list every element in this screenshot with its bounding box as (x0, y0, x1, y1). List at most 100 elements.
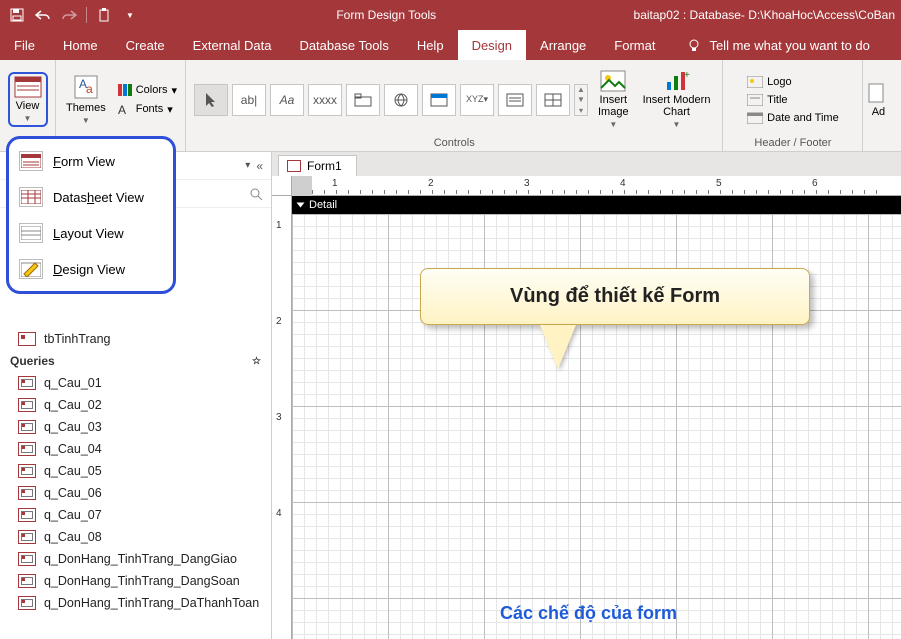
controls-gallery[interactable]: ab| Aa xxxx XYZ▾ ▲▼▾ (194, 84, 588, 116)
textbox-tool-icon[interactable]: ab| (232, 84, 266, 116)
group-collapse-icon: ☆ (252, 356, 261, 367)
layout-view-icon (19, 223, 43, 243)
colors-icon (118, 84, 132, 96)
form-design-surface[interactable]: Detail (292, 196, 901, 639)
query-icon (18, 486, 36, 500)
nav-query-item[interactable]: q_DonHang_TinhTrang_DangSoan (0, 570, 271, 592)
tab-database-tools[interactable]: Database Tools (285, 30, 402, 60)
colors-button[interactable]: Colors ▾ (116, 83, 179, 98)
tab-home[interactable]: Home (49, 30, 112, 60)
nav-group-queries[interactable]: Queries ☆ (0, 350, 271, 372)
logo-button[interactable]: Logo (745, 75, 793, 89)
nav-query-item[interactable]: q_Cau_04 (0, 438, 271, 460)
svg-text:a: a (86, 82, 93, 96)
themes-button[interactable]: Aa Themes ▼ (62, 72, 110, 127)
controls-group-label: Controls (434, 137, 475, 149)
qat-customize-icon[interactable]: ▼ (121, 6, 139, 24)
save-icon[interactable] (8, 6, 26, 24)
menu-item-label: Design View (53, 262, 125, 277)
nav-query-item[interactable]: q_Cau_07 (0, 504, 271, 526)
title-button[interactable]: Title (745, 93, 789, 107)
button-tool-icon[interactable]: xxxx (308, 84, 342, 116)
nav-filter-caret-icon[interactable]: ▾ (245, 160, 250, 171)
callout-text: Vùng để thiết kế Form (420, 268, 810, 325)
tab-help[interactable]: Help (403, 30, 458, 60)
section-expand-icon (297, 203, 305, 208)
hyperlink-tool-icon[interactable] (384, 84, 418, 116)
navigation-tool-icon[interactable] (422, 84, 456, 116)
menu-item-form-view[interactable]: Form View (9, 143, 173, 179)
fonts-button[interactable]: A Fonts ▾ (116, 102, 179, 117)
view-button-label: View (16, 100, 40, 112)
annotation-caption: Các chế độ của form (500, 603, 677, 624)
ruler-number: 2 (276, 316, 282, 327)
select-tool-icon[interactable] (194, 84, 228, 116)
query-icon (18, 442, 36, 456)
tab-format[interactable]: Format (600, 30, 669, 60)
redo-icon[interactable] (60, 6, 78, 24)
nav-query-item[interactable]: q_Cau_05 (0, 460, 271, 482)
ribbon-group-controls: ab| Aa xxxx XYZ▾ ▲▼▾ Insert Image▼ + Ins… (186, 60, 723, 151)
menu-item-design-view[interactable]: Design View (9, 251, 173, 287)
nav-query-item[interactable]: q_Cau_08 (0, 526, 271, 548)
nav-item-label: q_Cau_06 (44, 486, 102, 500)
view-button[interactable]: View ▼ (8, 72, 48, 127)
nav-query-item[interactable]: q_Cau_06 (0, 482, 271, 504)
menu-item-layout-view[interactable]: Layout View (9, 215, 173, 251)
window-title: baitap02 : Database- D:\KhoaHoc\Access\C… (634, 8, 901, 22)
form-view-icon (14, 76, 42, 98)
nav-item-label: q_Cau_05 (44, 464, 102, 478)
tab-design[interactable]: Design (458, 30, 526, 60)
ribbon-group-add-partial: Ad (863, 60, 893, 151)
nav-item-label: q_DonHang_TinhTrang_DaThanhToan (44, 596, 259, 610)
listbox-tool-icon[interactable] (498, 84, 532, 116)
tell-me-box[interactable]: Tell me what you want to do (669, 38, 869, 53)
date-icon (747, 112, 763, 124)
themes-icon: Aa (73, 74, 99, 100)
query-icon (18, 574, 36, 588)
tell-me-label: Tell me what you want to do (709, 38, 869, 53)
title-bar: ▼ Form Design Tools baitap02 : Database-… (0, 0, 901, 30)
tab-control-tool-icon[interactable] (346, 84, 380, 116)
paste-icon[interactable] (95, 6, 113, 24)
label-tool-icon[interactable]: Aa (270, 84, 304, 116)
nav-query-item[interactable]: q_Cau_02 (0, 394, 271, 416)
table-icon (18, 332, 36, 346)
logo-icon (747, 76, 763, 88)
search-icon (249, 187, 263, 201)
image-icon (600, 70, 626, 92)
document-tab-form1[interactable]: Form1 (278, 155, 357, 176)
tab-create[interactable]: Create (112, 30, 179, 60)
gallery-scroll[interactable]: ▲▼▾ (574, 84, 588, 116)
date-time-button[interactable]: Date and Time (745, 111, 841, 125)
combobox-tool-icon[interactable]: XYZ▾ (460, 84, 494, 116)
tab-arrange[interactable]: Arrange (526, 30, 600, 60)
query-icon (18, 398, 36, 412)
horizontal-ruler[interactable]: 123456 (312, 176, 901, 196)
menu-item-datasheet-view[interactable]: Datasheet View (9, 179, 173, 215)
nav-query-item[interactable]: q_DonHang_TinhTrang_DaThanhToan (0, 592, 271, 614)
nav-table-item[interactable]: tbTinhTrang (0, 328, 271, 350)
form-view-icon (19, 151, 43, 171)
nav-collapse-icon[interactable]: « (256, 159, 263, 173)
nav-item-label: q_DonHang_TinhTrang_DangGiao (44, 552, 237, 566)
query-icon (18, 530, 36, 544)
nav-item-label: q_Cau_01 (44, 376, 102, 390)
nav-query-item[interactable]: q_Cau_01 (0, 372, 271, 394)
vertical-ruler[interactable]: 1234 (272, 196, 292, 639)
insert-image-button[interactable]: Insert Image▼ (594, 68, 633, 131)
undo-icon[interactable] (34, 6, 52, 24)
tab-file[interactable]: File (0, 30, 49, 60)
subform-tool-icon[interactable] (536, 84, 570, 116)
ruler-corner[interactable] (272, 176, 292, 196)
tab-external-data[interactable]: External Data (179, 30, 286, 60)
insert-modern-chart-button[interactable]: + Insert Modern Chart▼ (639, 68, 715, 131)
nav-query-item[interactable]: q_Cau_03 (0, 416, 271, 438)
annotation-callout: Vùng để thiết kế Form (420, 268, 810, 369)
section-label: Detail (309, 199, 337, 211)
detail-section-header[interactable]: Detail (292, 196, 901, 214)
add-existing-fields-button[interactable]: Ad (863, 80, 893, 120)
query-icon (18, 508, 36, 522)
nav-query-item[interactable]: q_DonHang_TinhTrang_DangGiao (0, 548, 271, 570)
nav-item-label: q_Cau_03 (44, 420, 102, 434)
